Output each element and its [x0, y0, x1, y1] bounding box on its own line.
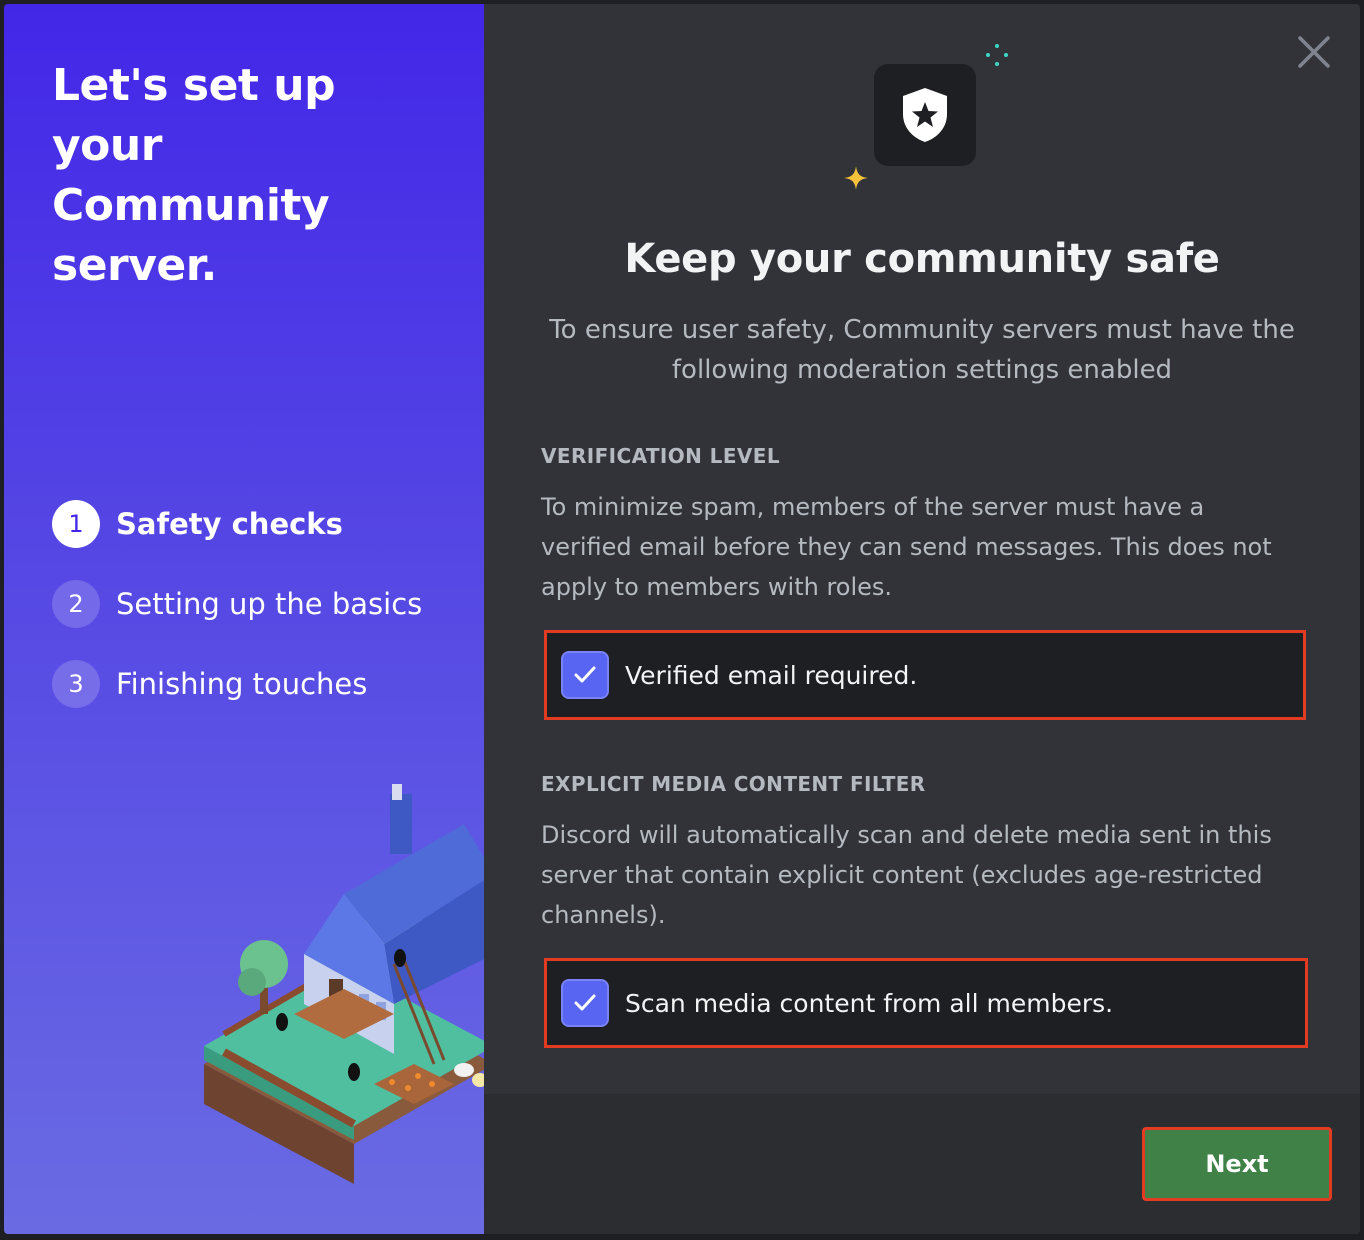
step-label: Finishing touches — [116, 667, 368, 701]
page-title: Keep your community safe — [624, 236, 1220, 282]
checkmark-icon — [574, 994, 596, 1011]
verified-email-checkbox[interactable] — [561, 651, 609, 699]
explicit-media-filter-heading: EXPLICIT MEDIA CONTENT FILTER — [541, 772, 926, 796]
sparkle-teal-icon — [986, 44, 1008, 66]
checkmark-icon — [574, 666, 596, 683]
scan-media-label: Scan media content from all members. — [625, 988, 1114, 1018]
step-finishing-touches: 3 Finishing touches — [52, 660, 422, 708]
step-list: 1 Safety checks 2 Setting up the basics … — [52, 500, 422, 740]
step-number: 3 — [52, 660, 100, 708]
right-panel: Keep your community safe To ensure user … — [484, 4, 1360, 1234]
step-label: Safety checks — [116, 507, 343, 541]
shield-star-icon — [874, 64, 976, 166]
verified-email-label: Verified email required. — [625, 660, 918, 690]
modal-footer: Next — [484, 1094, 1360, 1234]
step-number: 2 — [52, 580, 100, 628]
community-house-illustration — [204, 784, 484, 1184]
left-panel: Let's set up your Community server. 1 Sa… — [4, 4, 484, 1234]
community-setup-modal: Let's set up your Community server. 1 Sa… — [4, 4, 1360, 1234]
close-icon[interactable] — [1294, 32, 1334, 72]
verification-level-description: To minimize spam, members of the server … — [541, 493, 1272, 601]
step-setting-up-basics: 2 Setting up the basics — [52, 580, 422, 628]
next-button[interactable]: Next — [1142, 1127, 1332, 1201]
page-subtitle: To ensure user safety, Community servers… — [549, 315, 1295, 385]
scan-media-option[interactable]: Scan media content from all members. — [544, 958, 1308, 1048]
step-label: Setting up the basics — [116, 587, 423, 621]
left-panel-title: Let's set up your Community server. — [52, 60, 336, 291]
scan-media-checkbox[interactable] — [561, 979, 609, 1027]
explicit-media-filter-description: Discord will automatically scan and dele… — [541, 821, 1272, 929]
verified-email-option[interactable]: Verified email required. — [544, 630, 1306, 720]
step-number: 1 — [52, 500, 100, 548]
sparkle-yellow-icon — [844, 166, 868, 190]
step-safety-checks: 1 Safety checks — [52, 500, 422, 548]
verification-level-heading: VERIFICATION LEVEL — [541, 444, 780, 468]
